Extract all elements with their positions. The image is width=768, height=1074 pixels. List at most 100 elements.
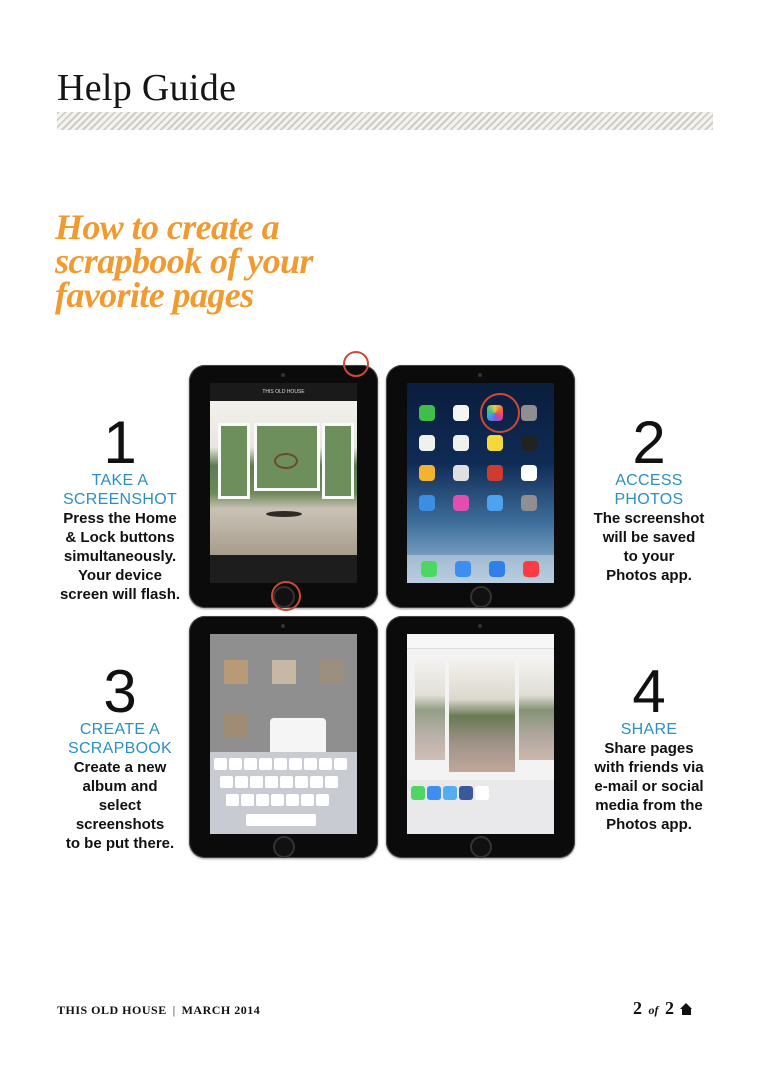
step-description: Press the Home & Lock buttons simultaneo…	[55, 509, 185, 604]
desc-line: & Lock buttons	[65, 529, 175, 546]
issue-date: MARCH 2014	[181, 1003, 261, 1017]
desc-line: album and	[82, 778, 158, 795]
desc-line: will be saved	[602, 529, 696, 546]
window-shape	[218, 423, 250, 499]
key	[259, 758, 272, 770]
desc-line: screen will flash.	[59, 586, 181, 603]
step-2: 2 ACCESS PHOTOS The screenshot will be s…	[583, 413, 715, 585]
house-icon	[680, 1003, 693, 1015]
chandelier-shape	[274, 453, 298, 469]
desc-line: media from the	[595, 797, 703, 814]
app-icon	[521, 405, 537, 421]
step-label: CREATE A	[79, 721, 161, 738]
publication-name: THIS OLD HOUSE	[57, 1003, 167, 1017]
home-button	[470, 836, 492, 858]
step-description: Create a new album and select screenshot…	[55, 758, 185, 853]
app-icon	[455, 561, 471, 577]
ipad-share-illustration	[386, 616, 575, 858]
page-of: of	[648, 1003, 659, 1017]
key	[295, 776, 308, 788]
home-button-highlight	[271, 581, 301, 611]
app-icon	[489, 561, 505, 577]
desc-line: Photos app.	[606, 816, 692, 833]
app-icon	[487, 495, 503, 511]
step-label: PHOTOS	[614, 491, 684, 508]
share-sheet	[407, 780, 554, 834]
app-icon	[453, 495, 469, 511]
desc-line: Your device	[78, 567, 162, 584]
desc-line: The screenshot	[593, 510, 705, 527]
page-indicator: 2 of 2	[633, 998, 693, 1019]
ipad-screen	[407, 634, 554, 834]
app-icon	[453, 435, 469, 451]
space-bar	[246, 814, 316, 826]
key	[229, 758, 242, 770]
ipad-album-illustration	[189, 616, 378, 858]
footer-publication: THIS OLD HOUSE | MARCH 2014	[57, 1003, 260, 1018]
headline-line: How to create a	[55, 207, 280, 247]
screen-header-bar: THIS OLD HOUSE	[210, 383, 357, 401]
messages-icon	[411, 786, 425, 800]
key	[319, 758, 332, 770]
desc-line: screenshots	[75, 816, 165, 833]
step-label: SCRAPBOOK	[67, 740, 173, 757]
keyboard	[210, 752, 357, 834]
key	[244, 758, 257, 770]
key	[325, 776, 338, 788]
step-label: TAKE A	[91, 472, 149, 489]
ipad-screenshot-illustration: THIS OLD HOUSE	[189, 365, 378, 608]
desc-line: to be put there.	[65, 835, 175, 852]
mail-icon	[427, 786, 441, 800]
flickr-icon	[475, 786, 489, 800]
lock-button-highlight	[343, 351, 369, 377]
app-icon	[453, 465, 469, 481]
step-number: 3	[103, 658, 137, 725]
app-icon	[523, 561, 539, 577]
key	[256, 794, 269, 806]
headline-line: scrapbook of your	[55, 241, 313, 281]
key	[334, 758, 347, 770]
album-thumbnail	[224, 660, 248, 684]
app-icon	[453, 405, 469, 421]
key	[271, 794, 284, 806]
ipad-camera	[478, 624, 482, 628]
ipad-camera	[281, 373, 285, 377]
app-icon	[487, 465, 503, 481]
step-3: 3 CREATE A SCRAPBOOK Create a new album …	[55, 658, 185, 853]
desc-line: Share pages	[604, 740, 694, 757]
app-icon	[421, 561, 437, 577]
step-description: Share pages with friends via e-mail or s…	[583, 739, 715, 834]
desc-line: Create a new	[73, 759, 167, 776]
app-icon	[487, 435, 503, 451]
key	[226, 794, 239, 806]
page-total: 2	[665, 998, 674, 1018]
step-4: 4 SHARE Share pages with friends via e-m…	[583, 658, 715, 834]
key	[241, 794, 254, 806]
step-number: 4	[632, 658, 666, 725]
headline-line: favorite pages	[55, 275, 254, 315]
album-thumbnail	[320, 660, 344, 684]
step-description: The screenshot will be saved to your Pho…	[583, 509, 715, 585]
key	[274, 758, 287, 770]
step-label: ACCESS	[615, 472, 683, 489]
app-icon	[419, 495, 435, 511]
step-label: SHARE	[620, 721, 678, 738]
home-button	[273, 836, 295, 858]
key	[289, 758, 302, 770]
step-number: 1	[103, 409, 137, 476]
desc-line: select	[98, 797, 142, 814]
app-dock	[407, 555, 554, 583]
article-headline: How to create a scrapbook of your favori…	[55, 207, 313, 315]
selected-photo	[449, 660, 515, 772]
window-shape	[322, 423, 354, 499]
ipad-camera	[478, 373, 482, 377]
desc-line: Photos app.	[606, 567, 692, 584]
app-icon	[419, 405, 435, 421]
key	[214, 758, 227, 770]
desc-line: to your	[623, 548, 675, 565]
desc-line: Press the Home	[63, 510, 177, 527]
key	[235, 776, 248, 788]
key	[220, 776, 233, 788]
step-label: SCREENSHOT	[62, 491, 178, 508]
twitter-icon	[443, 786, 457, 800]
